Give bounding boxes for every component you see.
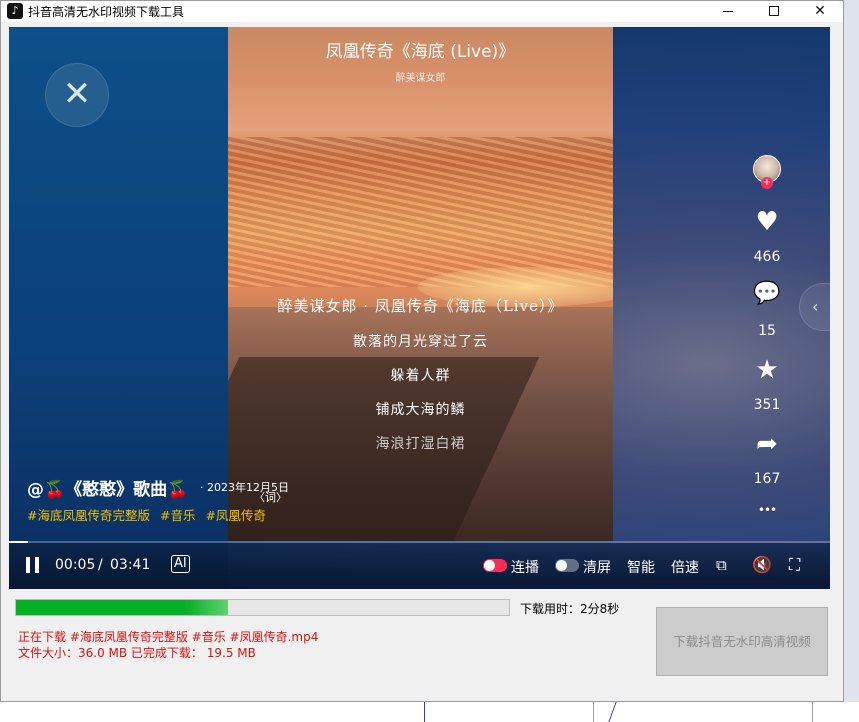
- minimize-icon: [723, 11, 733, 12]
- download-status-size: 文件大小：36.0 MB 已完成下载： 19.5 MB: [18, 646, 256, 660]
- download-status-filename: 正在下载 #海底凤凰传奇完整版 #音乐 #凤凰传奇.mp4: [18, 630, 319, 644]
- playback-speed-button[interactable]: 倍速: [671, 557, 699, 577]
- close-video-button[interactable]: ✕: [45, 63, 109, 127]
- share-icon[interactable]: ➦: [743, 429, 791, 459]
- lyric-line: 铺成大海的鳞: [375, 402, 466, 418]
- download-elapsed-time: 下载用时：2分8秒: [520, 602, 620, 616]
- download-progress-bar: [15, 599, 510, 616]
- comment-icon[interactable]: 💬: [743, 281, 791, 306]
- desktop-line: [424, 702, 425, 722]
- player-controls: 00:05 / 03:41 AI 连播 清屏 智能 倍速 ⧉ 🔇 ⛶: [9, 543, 830, 589]
- follow-plus-icon[interactable]: +: [761, 177, 773, 189]
- hashtag-list: #海底凤凰传奇完整版 #音乐 #凤凰传奇: [27, 505, 272, 524]
- author-name[interactable]: @🍒《憨憨》歌曲🍒: [27, 475, 188, 500]
- more-options-icon[interactable]: •••: [743, 503, 791, 517]
- hashtag-link[interactable]: #凤凰传奇: [205, 508, 265, 523]
- time-separator: /: [98, 557, 103, 573]
- app-window: ♪ 抖音高清无水印视频下载工具 ✕ ✕ 凤凰传奇《海底 (Live)》 醉美谋女…: [0, 0, 844, 702]
- picture-in-picture-icon[interactable]: ⧉: [716, 556, 727, 574]
- desktop-background: [0, 702, 859, 722]
- clear-screen-label[interactable]: 清屏: [583, 557, 611, 577]
- tiktok-app-icon: ♪: [7, 3, 23, 19]
- fullscreen-icon[interactable]: ⛶: [789, 555, 800, 575]
- video-player[interactable]: ✕ 凤凰传奇《海底 (Live)》 醉美谋女郎 醉美谋女郎 · 凤凰传奇《海底（…: [9, 27, 830, 589]
- hashtag-link[interactable]: #音乐: [160, 508, 195, 523]
- autoplay-toggle[interactable]: [483, 559, 507, 572]
- video-song-subtitle: 醉美谋女郎: [395, 73, 446, 84]
- video-clouds: [228, 137, 613, 287]
- desktop-line: [593, 702, 594, 722]
- total-time: 03:41: [110, 557, 151, 573]
- pause-icon[interactable]: [26, 557, 40, 573]
- side-panel-toggle[interactable]: ‹: [799, 283, 830, 331]
- lyrics-heading: 醉美谋女郎 · 凤凰传奇《海底（Live）》: [277, 297, 564, 315]
- favorite-star-icon[interactable]: ★: [743, 355, 791, 385]
- share-count: 167: [753, 471, 781, 487]
- current-time: 00:05: [55, 557, 96, 573]
- comment-count: 15: [758, 323, 776, 339]
- download-video-button[interactable]: 下载抖音无水印高清视频: [656, 607, 828, 676]
- lyric-line: 散落的月光穿过了云: [353, 334, 488, 350]
- lyric-line: 海浪打湿白裙: [375, 436, 466, 452]
- window-title: 抖音高清无水印视频下载工具: [28, 5, 185, 19]
- autoplay-label[interactable]: 连播: [511, 557, 539, 577]
- ai-subtitle-icon[interactable]: AI: [171, 555, 190, 573]
- maximize-icon: [769, 6, 779, 16]
- maximize-button[interactable]: [751, 1, 797, 22]
- lyrics-overlay: 醉美谋女郎 · 凤凰传奇《海底（Live）》 散落的月光穿过了云 躲着人群 铺成…: [268, 295, 573, 453]
- mute-icon[interactable]: 🔇: [752, 555, 772, 574]
- smart-quality-button[interactable]: 智能: [627, 557, 655, 577]
- video-song-title: 凤凰传奇《海底 (Live)》: [325, 42, 516, 62]
- like-heart-icon[interactable]: ♥: [743, 207, 791, 237]
- like-count: 466: [753, 249, 781, 265]
- lyric-line: 躲着人群: [390, 368, 451, 384]
- title-bar[interactable]: ♪ 抖音高清无水印视频下载工具 ✕: [1, 1, 843, 22]
- clear-screen-toggle[interactable]: [555, 559, 579, 572]
- desktop-line: [812, 702, 813, 722]
- close-window-button[interactable]: ✕: [797, 1, 843, 22]
- download-progress-fill: [16, 600, 228, 615]
- favorite-count: 351: [753, 397, 781, 413]
- video-frame[interactable]: 凤凰传奇《海底 (Live)》 醉美谋女郎 醉美谋女郎 · 凤凰传奇《海底（Li…: [228, 27, 613, 541]
- desktop-line: [608, 702, 628, 722]
- download-status: 正在下载 #海底凤凰传奇完整版 #音乐 #凤凰传奇.mp4 文件大小：36.0 …: [18, 629, 318, 661]
- lyrics-button[interactable]: 〈词〉: [254, 489, 287, 505]
- minimize-button[interactable]: [705, 1, 751, 22]
- hashtag-link[interactable]: #海底凤凰传奇完整版: [27, 508, 150, 523]
